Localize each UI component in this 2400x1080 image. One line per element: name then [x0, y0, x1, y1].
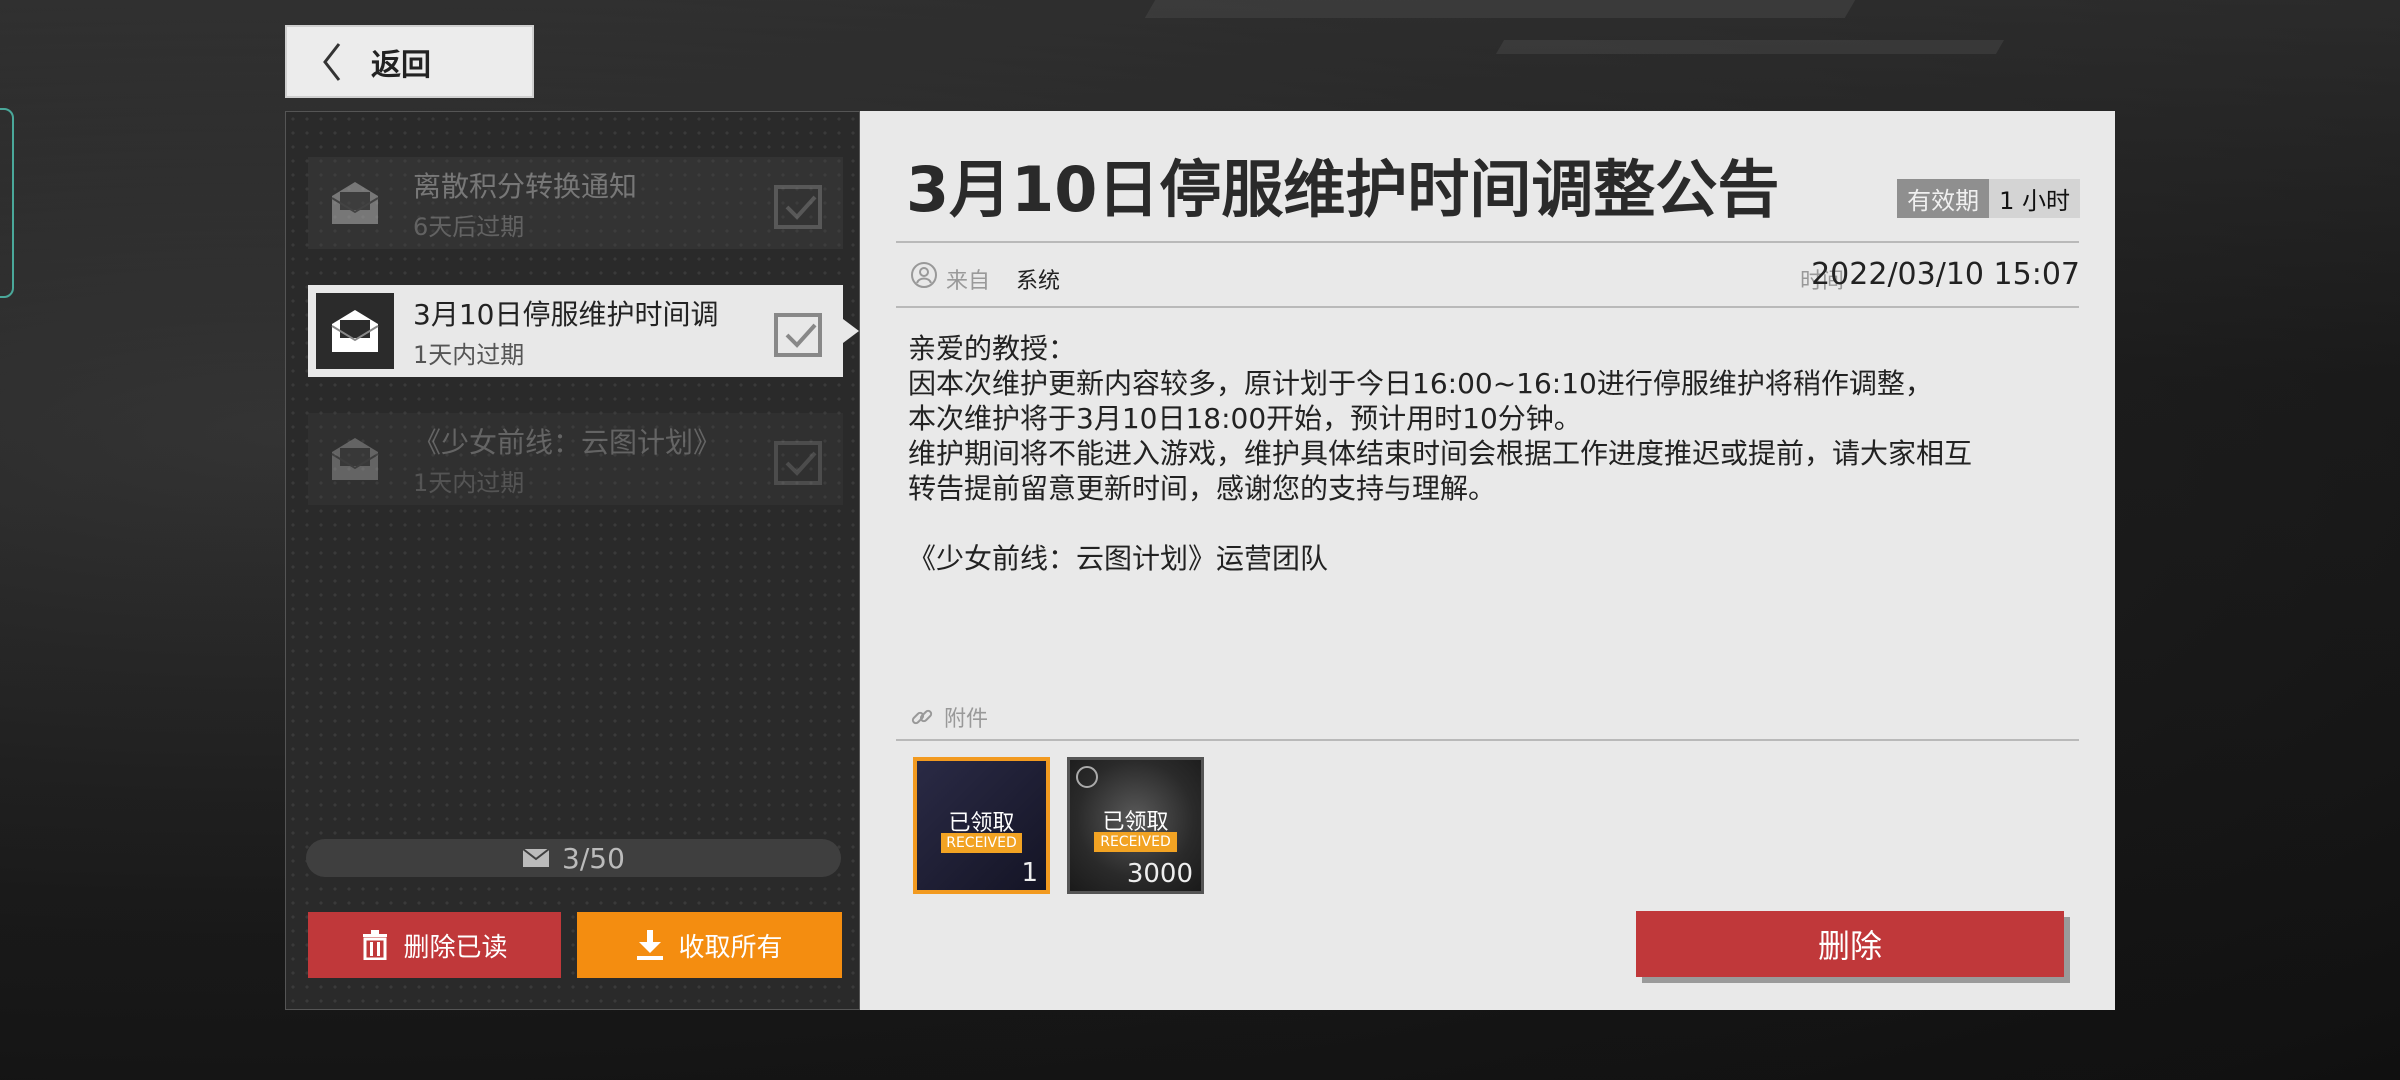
divider	[896, 241, 2079, 243]
selection-arrow	[843, 319, 859, 343]
mail-item[interactable]: 《少女前线：云图计划》 1天内过期	[308, 413, 843, 505]
mail-title: 《少女前线：云图计划》	[413, 426, 722, 459]
divider	[896, 306, 2079, 308]
body-line: 因本次维护更新内容较多，原计划于今日16:00~16:10进行停服维护将稍作调整…	[908, 367, 1933, 400]
coin-icon	[1076, 766, 1098, 788]
mail-title: 3月10日停服维护时间调	[413, 298, 719, 331]
received-tag: RECEIVED	[941, 833, 1022, 853]
mail-title: 离散积分转换通知	[413, 170, 638, 203]
delete-read-button[interactable]: 删除已读	[308, 912, 561, 978]
envelope-icon	[316, 165, 394, 241]
envelope-icon	[316, 421, 394, 497]
background-beam	[1144, 0, 1856, 18]
collect-all-button[interactable]: 收取所有	[577, 912, 842, 978]
download-icon	[637, 930, 664, 960]
mail-meta: 来自 系统 时间 2022/03/10 15:07	[910, 257, 2080, 297]
body-signature: 《少女前线：云图计划》运营团队	[908, 542, 1329, 575]
mail-heading: 3月10日停服维护时间调整公告	[906, 153, 1780, 226]
back-button[interactable]: 返回	[285, 25, 534, 98]
attachment-count: 1	[1021, 858, 1038, 888]
attachments-label: 附件	[944, 707, 989, 732]
validity-badge: 有效期 1 小时	[1897, 179, 2080, 218]
mail-expiry: 1天内过期	[413, 469, 525, 497]
link-icon	[911, 709, 933, 725]
from-value: 系统	[1016, 269, 1061, 294]
mail-detail-panel: 3月10日停服维护时间调整公告 有效期 1 小时 来自 系统 时间 2022/0…	[860, 111, 2115, 1010]
delete-label: 删除	[1817, 927, 1882, 965]
body-line: 转告提前留意更新时间，感谢您的支持与理解。	[908, 472, 1497, 505]
attachment-item[interactable]: 已领取 RECEIVED 3000	[1067, 757, 1204, 894]
attachment-item[interactable]: 已领取 RECEIVED 1	[913, 757, 1050, 894]
user-icon	[911, 262, 937, 288]
attachments-header: 附件	[910, 701, 988, 733]
body-line: 本次维护将于3月10日18:00开始，预计用时10分钟。	[908, 402, 1582, 435]
back-label: 返回	[371, 47, 431, 83]
mail-expiry: 1天内过期	[413, 341, 525, 369]
trash-icon	[363, 930, 388, 960]
mail-count-bar: 3/50	[306, 839, 841, 877]
mail-body: 亲爱的教授： 因本次维护更新内容较多，原计划于今日16:00~16:10进行停服…	[908, 331, 2078, 576]
checkbox-icon	[774, 441, 822, 485]
delete-read-label: 删除已读	[403, 932, 508, 963]
from-label: 来自	[946, 269, 991, 294]
background-beam	[1495, 40, 2005, 54]
checkbox-icon	[774, 313, 822, 357]
body-line: 亲爱的教授：	[908, 332, 1077, 365]
validity-label: 有效期	[1897, 179, 1990, 218]
received-tag: RECEIVED	[1094, 832, 1177, 852]
mail-count: 3/50	[562, 841, 625, 875]
checkbox-icon	[774, 185, 822, 229]
mail-item[interactable]: 离散积分转换通知 6天后过期	[308, 157, 843, 249]
collect-all-label: 收取所有	[678, 932, 783, 963]
chevron-left-icon	[323, 42, 341, 81]
validity-value: 1 小时	[1989, 179, 2080, 218]
envelope-icon	[316, 293, 394, 369]
body-line: 维护期间将不能进入游戏，维护具体结束时间会根据工作进度推迟或提前，请大家相互	[908, 437, 1973, 470]
mail-list-panel: 离散积分转换通知 6天后过期 3月10日停服维护时间调 1天内过期 《少女前线：…	[285, 111, 860, 1010]
mail-expiry: 6天后过期	[413, 213, 525, 241]
time-value: 2022/03/10 15:07	[1811, 257, 2080, 292]
envelope-icon	[522, 848, 550, 867]
delete-button[interactable]: 删除	[1636, 911, 2064, 977]
side-panel-edge	[0, 108, 14, 298]
mail-item-selected[interactable]: 3月10日停服维护时间调 1天内过期	[308, 285, 859, 377]
divider	[896, 739, 2079, 741]
attachment-count: 3000	[1126, 859, 1193, 889]
